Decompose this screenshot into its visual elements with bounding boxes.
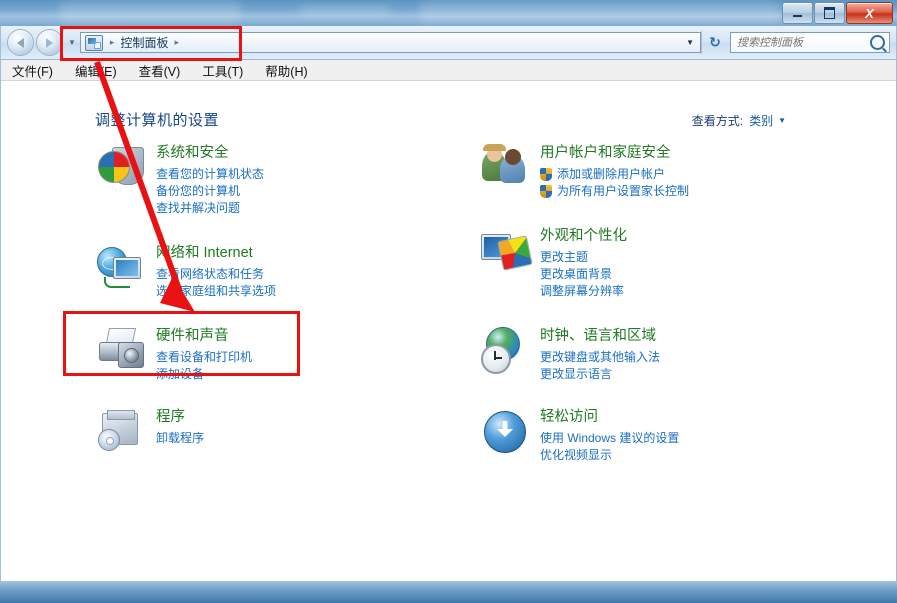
link-label: 更改键盘或其他输入法 (540, 350, 661, 364)
category-link[interactable]: 更改主题 (540, 249, 627, 266)
category-user-accounts[interactable]: 用户帐户和家庭安全 添加或删除用户帐户 为所有用户设置家长控制 (480, 143, 852, 200)
maximize-button[interactable] (814, 2, 845, 24)
link-label: 更改主题 (540, 250, 589, 264)
glass-reflection (420, 2, 780, 22)
uac-shield-icon (540, 168, 552, 181)
link-label: 使用 Windows 建议的设置 (540, 431, 680, 445)
category-link[interactable]: 查看您的计算机状态 (156, 166, 264, 183)
link-label: 选择家庭组和共享选项 (156, 284, 277, 298)
category-network-internet[interactable]: 网络和 Internet 查看网络状态和任务 选择家庭组和共享选项 (96, 243, 468, 300)
category-appearance-personalization[interactable]: 外观和个性化 更改主题 更改桌面背景 调整屏幕分辨率 (480, 226, 852, 300)
link-label: 更改显示语言 (540, 367, 613, 381)
view-by-control[interactable]: 查看方式: 类别 ▼ (692, 112, 786, 129)
category-link[interactable]: 优化视频显示 (540, 447, 679, 464)
category-link[interactable]: 查看网络状态和任务 (156, 266, 276, 283)
back-button[interactable] (7, 29, 34, 56)
category-ease-of-access[interactable]: 轻松访问 使用 Windows 建议的设置 优化视频显示 (480, 407, 852, 464)
category-link[interactable]: 使用 Windows 建议的设置 (540, 430, 679, 447)
category-link[interactable]: 查找并解决问题 (156, 200, 264, 217)
category-heading[interactable]: 时钟、语言和区域 (540, 327, 660, 346)
clock-language-region-icon (480, 326, 532, 374)
link-label: 更改桌面背景 (540, 267, 613, 281)
link-label: 查看网络状态和任务 (156, 267, 265, 281)
window-frame-left (0, 26, 1, 603)
category-link[interactable]: 更改桌面背景 (540, 266, 627, 283)
menu-item-tools[interactable]: 工具(T) (191, 61, 254, 80)
hardware-sound-highlight-box (63, 311, 300, 376)
link-label: 备份您的计算机 (156, 184, 241, 198)
search-box[interactable] (730, 32, 890, 53)
category-clock-language-region[interactable]: 时钟、语言和区域 更改键盘或其他输入法 更改显示语言 (480, 326, 852, 383)
refresh-icon: ↻ (709, 34, 721, 50)
explorer-window: X ▼ ▸ 控制面板 ▸ ▼ ↻ 文件(F) 编辑(E) 查看(V) 工具(T)… (0, 0, 897, 603)
menu-bar: 文件(F) 编辑(E) 查看(V) 工具(T) 帮助(H) (1, 60, 896, 81)
network-internet-icon (96, 243, 148, 291)
programs-icon (96, 407, 148, 455)
link-label: 查找并解决问题 (156, 201, 241, 215)
menu-item-edit[interactable]: 编辑(E) (64, 61, 128, 80)
link-label: 卸载程序 (156, 431, 205, 445)
ease-of-access-icon (480, 407, 532, 455)
refresh-button[interactable]: ↻ (701, 31, 728, 54)
page-title: 调整计算机的设置 (95, 112, 220, 129)
user-accounts-icon (480, 143, 532, 191)
address-bar-highlight-box (60, 26, 242, 61)
right-category-column: 用户帐户和家庭安全 添加或删除用户帐户 为所有用户设置家长控制 外观和个性化 更… (480, 143, 852, 490)
title-bar: X (0, 0, 897, 26)
chevron-down-icon[interactable]: ▼ (778, 116, 786, 125)
link-label: 查看您的计算机状态 (156, 167, 265, 181)
link-label: 为所有用户设置家长控制 (557, 184, 690, 198)
menu-item-view[interactable]: 查看(V) (128, 61, 192, 80)
category-link[interactable]: 更改键盘或其他输入法 (540, 349, 660, 366)
category-heading[interactable]: 轻松访问 (540, 408, 679, 427)
link-label: 调整屏幕分辨率 (540, 284, 625, 298)
category-heading[interactable]: 外观和个性化 (540, 227, 627, 246)
appearance-personalization-icon (480, 226, 533, 274)
category-heading[interactable]: 网络和 Internet (156, 244, 276, 263)
view-by-label: 查看方式: (691, 114, 744, 128)
uac-shield-icon (540, 185, 552, 198)
window-frame-bottom (0, 581, 897, 603)
glass-reflection (300, 6, 390, 16)
link-label: 添加或删除用户帐户 (557, 167, 666, 181)
view-by-value[interactable]: 类别 (749, 112, 773, 129)
category-link[interactable]: 备份您的计算机 (156, 183, 264, 200)
category-programs[interactable]: 程序 卸载程序 (96, 407, 468, 455)
close-button[interactable]: X (846, 2, 893, 24)
link-label: 优化视频显示 (540, 448, 613, 462)
menu-item-help[interactable]: 帮助(H) (254, 61, 318, 80)
system-security-icon (96, 143, 148, 191)
search-icon (870, 35, 885, 50)
category-heading[interactable]: 系统和安全 (156, 144, 264, 163)
category-system-security[interactable]: 系统和安全 查看您的计算机状态 备份您的计算机 查找并解决问题 (96, 143, 468, 217)
close-icon: X (865, 5, 874, 21)
window-controls: X (781, 2, 893, 24)
minimize-button[interactable] (782, 2, 813, 24)
minimize-icon (793, 15, 802, 17)
category-link[interactable]: 更改显示语言 (540, 366, 660, 383)
category-link[interactable]: 卸载程序 (156, 430, 204, 447)
address-dropdown-icon[interactable]: ▼ (686, 38, 698, 47)
category-link[interactable]: 调整屏幕分辨率 (540, 283, 627, 300)
maximize-icon (824, 7, 835, 19)
category-link[interactable]: 添加或删除用户帐户 (540, 166, 689, 183)
search-input[interactable] (735, 35, 870, 50)
category-heading[interactable]: 用户帐户和家庭安全 (540, 144, 689, 163)
forward-button[interactable] (36, 29, 63, 56)
glass-reflection (60, 2, 240, 22)
category-heading[interactable]: 程序 (156, 408, 204, 427)
forward-arrow-icon (46, 37, 53, 48)
menu-item-file[interactable]: 文件(F) (1, 61, 64, 80)
category-link[interactable]: 选择家庭组和共享选项 (156, 283, 276, 300)
category-link[interactable]: 为所有用户设置家长控制 (540, 183, 689, 200)
back-arrow-icon (17, 37, 24, 48)
